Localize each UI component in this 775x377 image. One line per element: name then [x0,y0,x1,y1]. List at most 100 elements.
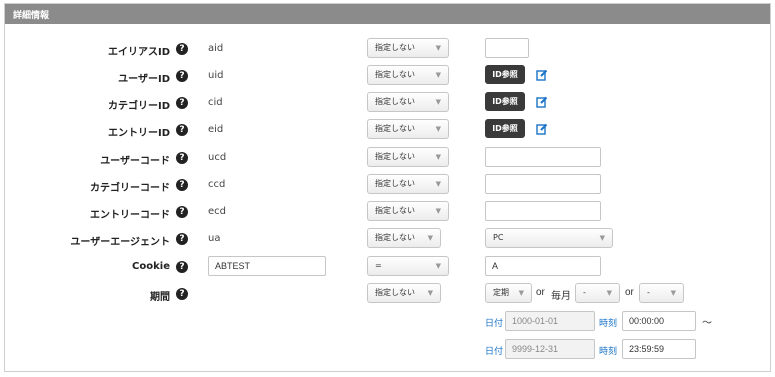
field-key: uid [208,70,224,81]
id-reference-button[interactable]: ID参照 [485,119,525,138]
chevron-down-icon: ▼ [435,71,441,79]
start-time-input[interactable]: 00:00:00 [622,311,696,331]
field-key: ecd [208,206,226,217]
row-aid: エイリアスID ? aid 指定しない ▼ [5,38,770,62]
time-label: 時刻 [599,346,618,356]
row-uid: ユーザーID ? uid 指定しない ▼ ID参照 [5,65,770,89]
field-label: エイリアスID [107,47,170,58]
field-label: エントリーID [107,128,170,139]
chevron-down-icon: ▼ [427,289,433,297]
filter-select-aid[interactable]: 指定しない ▼ [367,38,449,58]
chevron-down-icon: ▼ [435,44,441,52]
help-icon[interactable]: ? [176,206,188,218]
help-icon[interactable]: ? [176,233,188,245]
month-select[interactable]: - ▼ [575,283,620,303]
row-period: 期間 ? 指定しない ▼ 定期 ▼ or 毎月 - ▼ or - ▼ [5,283,770,307]
filter-select-cid[interactable]: 指定しない ▼ [367,92,449,112]
field-label: エントリーコード [90,210,170,221]
field-key: aid [208,43,224,54]
field-key: eid [208,124,224,135]
select-value: - [583,288,586,297]
select-value: 定期 [493,288,509,297]
value-input-ecd[interactable] [485,201,601,221]
select-value: 指定しない [375,124,415,133]
edit-icon[interactable] [536,123,548,135]
or-text: or [536,287,545,298]
filter-select-eid[interactable]: 指定しない ▼ [367,119,449,139]
start-date-input[interactable]: 1000-01-01 [505,311,595,331]
select-value: 指定しない [375,206,415,215]
row-ua: ユーザーエージェント ? ua 指定しない ▼ PC ▼ [5,228,770,252]
row-start: 日付 1000-01-01 時刻 00:00:00 〜 [5,311,770,335]
row-end: 日付 9999-12-31 時刻 23:59:59 [5,339,770,363]
cookie-key-input[interactable]: ABTEST [208,256,326,276]
or-text: or [625,287,634,298]
field-key: cid [208,97,223,108]
edit-icon[interactable] [536,69,548,81]
tilde-separator: 〜 [702,318,712,329]
select-value: - [647,288,650,297]
chevron-down-icon: ▼ [427,234,433,242]
time-label: 時刻 [599,318,618,328]
chevron-down-icon: ▼ [518,289,524,297]
cycle-select[interactable]: 定期 ▼ [485,283,532,303]
chevron-down-icon: ▼ [435,262,441,270]
help-icon[interactable]: ? [176,70,188,82]
id-reference-button[interactable]: ID参照 [485,92,525,111]
user-agent-select[interactable]: PC ▼ [485,228,613,248]
field-label: 期間 [150,292,170,303]
help-icon[interactable]: ? [176,152,188,164]
chevron-down-icon: ▼ [435,98,441,106]
field-label: カテゴリーコード [90,183,170,194]
chevron-down-icon: ▼ [435,153,441,161]
select-value: 指定しない [375,70,415,79]
filter-select-ua[interactable]: 指定しない ▼ [367,228,441,248]
select-value: = [375,261,382,270]
select-value: PC [493,233,504,242]
panel-header: 詳細情報 [5,4,770,24]
chevron-down-icon: ▼ [606,289,612,297]
filter-select-ucd[interactable]: 指定しない ▼ [367,147,449,167]
edit-icon[interactable] [536,96,548,108]
detail-panel: 詳細情報 エイリアスID ? aid 指定しない ▼ ユーザーID ? uid 指… [4,3,771,372]
row-eid: エントリーID ? eid 指定しない ▼ ID参照 [5,119,770,143]
field-label: ユーザーコード [100,156,170,167]
day-select[interactable]: - ▼ [639,283,684,303]
row-ccd: カテゴリーコード ? ccd 指定しない ▼ [5,174,770,198]
select-value: 指定しない [375,233,415,242]
chevron-down-icon: ▼ [435,125,441,133]
value-input-aid[interactable] [485,38,529,58]
help-icon[interactable]: ? [176,97,188,109]
chevron-down-icon: ▼ [599,234,605,242]
end-time-input[interactable]: 23:59:59 [622,339,696,359]
field-label: Cookie [132,261,170,272]
field-key: ccd [208,179,226,190]
end-date-input[interactable]: 9999-12-31 [505,339,595,359]
select-value: 指定しない [375,179,415,188]
select-value: 指定しない [375,288,415,297]
row-cid: カテゴリーID ? cid 指定しない ▼ ID参照 [5,92,770,116]
id-reference-button[interactable]: ID参照 [485,65,525,84]
filter-select-ecd[interactable]: 指定しない ▼ [367,201,449,221]
value-input-ucd[interactable] [485,147,601,167]
help-icon[interactable]: ? [176,288,188,300]
select-value: 指定しない [375,97,415,106]
select-value: 指定しない [375,43,415,52]
value-input-ccd[interactable] [485,174,601,194]
filter-select-ccd[interactable]: 指定しない ▼ [367,174,449,194]
row-ucd: ユーザーコード ? ucd 指定しない ▼ [5,147,770,171]
filter-select-period[interactable]: 指定しない ▼ [367,283,441,303]
filter-operator-select[interactable]: = ▼ [367,256,449,276]
help-icon[interactable]: ? [176,43,188,55]
date-label: 日付 [485,346,504,356]
filter-select-uid[interactable]: 指定しない ▼ [367,65,449,85]
chevron-down-icon: ▼ [670,289,676,297]
panel-title: 詳細情報 [13,11,50,21]
help-icon[interactable]: ? [176,179,188,191]
field-label: ユーザーID [118,74,170,85]
help-icon[interactable]: ? [176,124,188,136]
field-label: カテゴリーID [107,101,170,112]
help-icon[interactable]: ? [176,261,188,273]
cookie-value-input[interactable]: A [485,256,601,276]
monthly-label: 毎月 [551,291,571,302]
